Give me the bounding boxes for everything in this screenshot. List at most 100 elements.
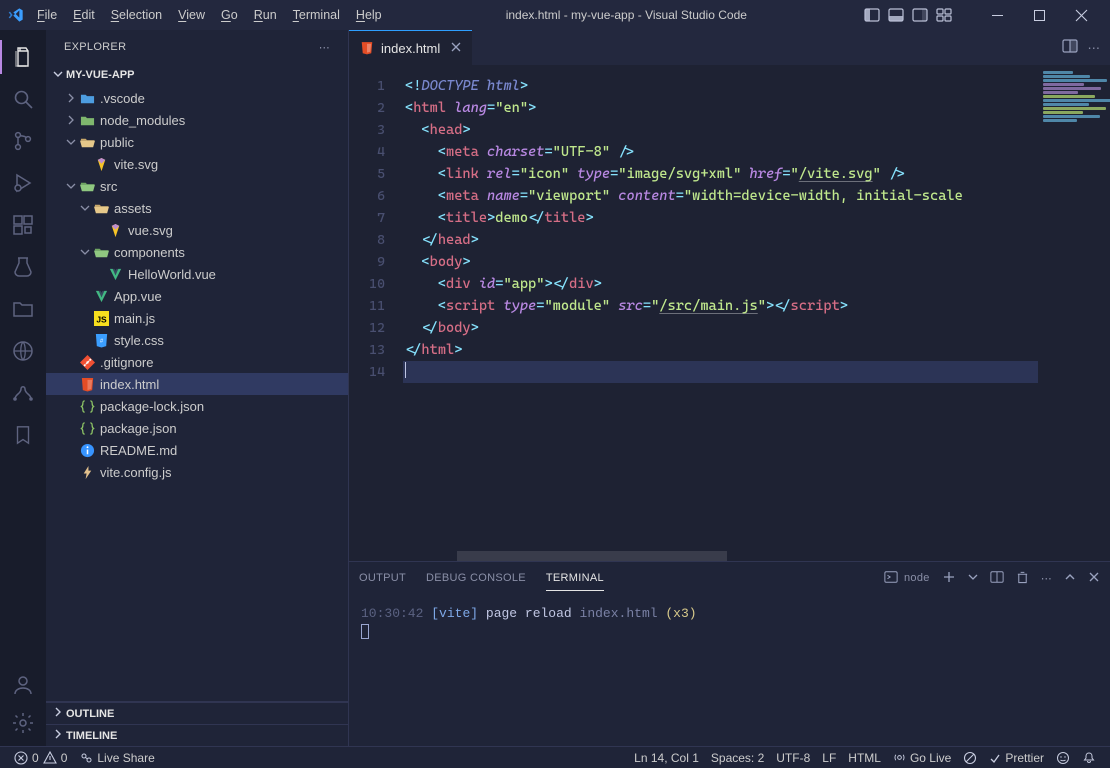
tree-item-helloworld-vue[interactable]: HelloWorld.vue (46, 263, 348, 285)
activity-testing[interactable] (0, 246, 46, 288)
editor-body[interactable]: 1234567891011121314 <!DOCTYPE html><html… (349, 65, 1110, 551)
tree-item-app-vue[interactable]: App.vue (46, 285, 348, 307)
layout-right-icon[interactable] (912, 7, 928, 23)
tree-item-readme-md[interactable]: README.md (46, 439, 348, 461)
activity-path[interactable] (0, 372, 46, 414)
panel-tab-debug[interactable]: DEBUG CONSOLE (426, 566, 526, 590)
layout-left-icon[interactable] (864, 7, 880, 23)
tree-item-label: package.json (100, 421, 177, 436)
editor-more-icon[interactable]: ⋯ (1088, 40, 1101, 55)
chevron-right-icon (50, 706, 66, 721)
explorer-root[interactable]: MY-VUE-APP (46, 64, 348, 86)
panel-more-icon[interactable]: ⋯ (1041, 572, 1052, 585)
status-encoding[interactable]: UTF-8 (770, 751, 816, 765)
file-icon (78, 398, 96, 414)
terminal-shell-name[interactable]: node (904, 572, 930, 584)
terminal-kill-icon[interactable] (1016, 570, 1029, 587)
tree-item-package-lock-json[interactable]: package-lock.json (46, 395, 348, 417)
activity-source-control[interactable] (0, 120, 46, 162)
status-spaces[interactable]: Spaces: 2 (705, 751, 770, 765)
menu-go[interactable]: Go (214, 4, 245, 26)
code-area[interactable]: <!DOCTYPE html><html lang="en"> <head> <… (403, 65, 1038, 551)
terminal-body[interactable]: 10:30:42 [vite] page reload index.html (… (349, 594, 1110, 746)
chevron-down-icon (78, 201, 92, 215)
activity-account[interactable] (0, 666, 46, 704)
tree-item-main-js[interactable]: JSmain.js (46, 307, 348, 329)
tree-item-label: assets (114, 201, 152, 216)
file-icon: # (92, 332, 110, 348)
tab-index-html[interactable]: index.html (349, 30, 472, 65)
status-lncol[interactable]: Ln 14, Col 1 (628, 751, 705, 765)
status-liveshare[interactable]: Live Share (73, 751, 160, 765)
window-close-button[interactable] (1060, 0, 1102, 30)
status-bell-icon[interactable] (1076, 751, 1102, 765)
activity-folder[interactable] (0, 288, 46, 330)
terminal-split-icon[interactable] (990, 570, 1004, 587)
file-icon (92, 244, 110, 260)
tree-item-vite-svg[interactable]: vite.svg (46, 153, 348, 175)
activity-search[interactable] (0, 78, 46, 120)
scrollbar-thumb[interactable] (457, 551, 727, 561)
tree-item-src[interactable]: src (46, 175, 348, 197)
layout-bottom-icon[interactable] (888, 7, 904, 23)
tree-item-style-css[interactable]: #style.css (46, 329, 348, 351)
activity-settings[interactable] (0, 704, 46, 742)
menu-run[interactable]: Run (247, 4, 284, 26)
activity-run-debug[interactable] (0, 162, 46, 204)
window-minimize-button[interactable] (976, 0, 1018, 30)
tree-item-public[interactable]: public (46, 131, 348, 153)
activity-remote[interactable] (0, 330, 46, 372)
chevron-right-icon (64, 91, 78, 105)
tree-item-assets[interactable]: assets (46, 197, 348, 219)
status-language[interactable]: HTML (842, 751, 887, 765)
tree-item-label: HelloWorld.vue (128, 267, 216, 282)
tree-item-label: App.vue (114, 289, 162, 304)
menu-selection[interactable]: Selection (104, 4, 169, 26)
menu-terminal[interactable]: Terminal (286, 4, 347, 26)
status-problems[interactable]: 0 0 (8, 751, 73, 765)
activity-extensions[interactable] (0, 204, 46, 246)
status-prettier[interactable]: Prettier (983, 751, 1050, 765)
split-editor-icon[interactable] (1062, 38, 1078, 57)
activity-bookmark[interactable] (0, 414, 46, 456)
status-golive[interactable]: Go Live (887, 751, 957, 765)
tree-item-package-json[interactable]: package.json (46, 417, 348, 439)
file-icon: JS (92, 310, 110, 326)
menu-file[interactable]: File (30, 4, 64, 26)
close-icon[interactable] (450, 41, 462, 56)
terminal-cursor (361, 624, 369, 639)
file-icon (78, 376, 96, 392)
tab-label: index.html (381, 41, 440, 56)
status-feedback-icon[interactable] (1050, 751, 1076, 765)
tree-item-vue-svg[interactable]: vue.svg (46, 219, 348, 241)
status-eol[interactable]: LF (816, 751, 842, 765)
terminal-new-icon[interactable] (942, 570, 956, 587)
panel-maximize-icon[interactable] (1064, 571, 1076, 586)
explorer-root-label: MY-VUE-APP (66, 69, 134, 81)
menu-edit[interactable]: Edit (66, 4, 102, 26)
activity-explorer[interactable] (0, 36, 46, 78)
tree-item-index-html[interactable]: index.html (46, 373, 348, 395)
layout-grid-icon[interactable] (936, 7, 952, 23)
file-icon (78, 464, 96, 480)
tree-item-node-modules[interactable]: node_modules (46, 109, 348, 131)
menu-help[interactable]: Help (349, 4, 389, 26)
file-icon (78, 420, 96, 436)
panel-tab-output[interactable]: OUTPUT (359, 566, 406, 590)
tree-item-vite-config-js[interactable]: vite.config.js (46, 461, 348, 483)
menu-view[interactable]: View (171, 4, 212, 26)
editor-horizontal-scrollbar[interactable] (349, 551, 1110, 561)
terminal-dropdown-icon[interactable] (968, 572, 978, 585)
tree-item--gitignore[interactable]: .gitignore (46, 351, 348, 373)
explorer-more-icon[interactable]: ⋯ (319, 41, 330, 54)
panel-close-icon[interactable] (1088, 571, 1100, 586)
window-maximize-button[interactable] (1018, 0, 1060, 30)
panel-tab-terminal[interactable]: TERMINAL (546, 566, 604, 591)
minimap[interactable] (1038, 65, 1110, 551)
timeline-section[interactable]: TIMELINE (46, 724, 348, 746)
tree-item--vscode[interactable]: .vscode (46, 87, 348, 109)
outline-section[interactable]: OUTLINE (46, 702, 348, 724)
title-bar: FileEditSelectionViewGoRunTerminalHelp i… (0, 0, 1110, 30)
tree-item-components[interactable]: components (46, 241, 348, 263)
status-no-icon[interactable] (957, 751, 983, 765)
